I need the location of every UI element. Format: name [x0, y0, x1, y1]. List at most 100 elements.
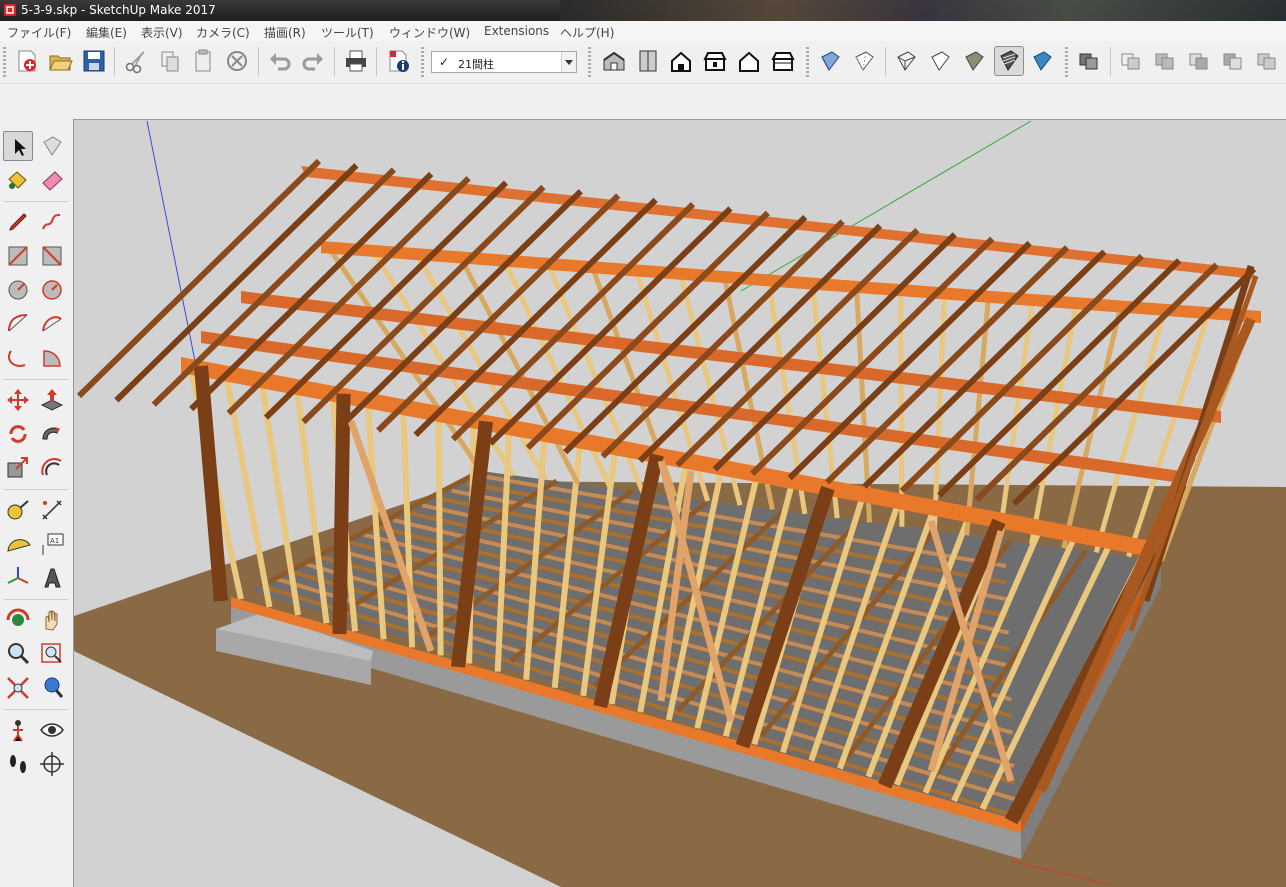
move-tool[interactable] — [3, 385, 33, 415]
section-plane-tool[interactable] — [37, 749, 67, 779]
orbit-icon — [6, 608, 30, 626]
house-frame-model[interactable] — [74, 120, 1286, 887]
protractor-tool[interactable] — [3, 529, 33, 559]
cut-button[interactable] — [122, 47, 150, 75]
hidden-line-icon — [931, 51, 950, 71]
polygon-tool[interactable] — [37, 275, 67, 305]
scale-tool[interactable] — [3, 453, 33, 483]
erase-button[interactable] — [223, 47, 251, 75]
main-toolbar — [0, 41, 1286, 84]
union-icon — [1155, 53, 1174, 70]
walk-tool[interactable] — [3, 749, 33, 779]
union-button[interactable] — [1151, 47, 1179, 75]
line-tool[interactable] — [3, 207, 33, 237]
undo-button[interactable] — [266, 47, 294, 75]
axes-tool[interactable] — [3, 563, 33, 593]
rotated-rectangle-tool[interactable] — [37, 241, 67, 271]
zoom-window-tool[interactable] — [37, 639, 67, 669]
right-view-button[interactable] — [701, 47, 729, 75]
tape-measure-icon — [7, 500, 29, 520]
3d-text-tool[interactable] — [37, 563, 67, 593]
menu-edit[interactable]: 編集(E) — [86, 24, 127, 41]
toolbar-grip[interactable] — [1065, 47, 1068, 77]
position-camera-tool[interactable] — [3, 715, 33, 745]
split-button[interactable] — [1253, 47, 1281, 75]
shaded-with-textures-button[interactable] — [994, 46, 1024, 76]
circle-tool[interactable] — [3, 275, 33, 305]
menu-camera[interactable]: カメラ(C) — [196, 24, 250, 41]
toolbar-separator — [376, 47, 377, 77]
eraser-tool[interactable] — [37, 165, 67, 195]
freehand-tool[interactable] — [37, 207, 67, 237]
follow-me-icon — [42, 427, 60, 440]
pie-tool[interactable] — [37, 343, 67, 373]
menu-view[interactable]: 表示(V) — [141, 24, 183, 41]
text-tool[interactable]: A1 — [37, 529, 67, 559]
dimension-tool[interactable] — [37, 495, 67, 525]
menu-help[interactable]: ヘルプ(H) — [560, 24, 614, 41]
outer-shell-icon — [1079, 53, 1098, 70]
menu-draw[interactable]: 描画(R) — [264, 24, 306, 41]
menu-tools[interactable]: ツール(T) — [321, 24, 374, 41]
follow-me-tool[interactable] — [37, 419, 67, 449]
iso-view-button[interactable] — [600, 47, 628, 75]
offset-tool[interactable] — [37, 453, 67, 483]
model-viewport[interactable] — [73, 119, 1286, 887]
zoom-tool[interactable] — [3, 639, 33, 669]
make-component-tool[interactable] — [37, 131, 67, 161]
toolbar-separator — [1110, 47, 1111, 77]
tape-measure-tool[interactable] — [3, 495, 33, 525]
menu-file[interactable]: ファイル(F) — [7, 24, 71, 41]
redo-icon — [302, 53, 323, 71]
layer-select[interactable]: ✓ 21間柱 — [431, 51, 577, 73]
print-button[interactable] — [342, 47, 370, 75]
back-view-button[interactable] — [735, 47, 763, 75]
model-info-button[interactable] — [385, 47, 413, 75]
look-around-tool[interactable] — [37, 715, 67, 745]
toolbar-grip[interactable] — [588, 47, 591, 77]
two-point-arc-tool[interactable] — [37, 309, 67, 339]
new-model-button[interactable] — [13, 47, 41, 75]
shaded-icon — [965, 51, 984, 71]
three-point-arc-tool[interactable] — [3, 343, 33, 373]
top-view-button[interactable] — [634, 47, 662, 75]
menu-extensions[interactable]: Extensions — [484, 24, 549, 38]
outer-shell-button[interactable] — [1075, 47, 1103, 75]
xray-button[interactable] — [816, 47, 844, 75]
front-view-button[interactable] — [667, 47, 695, 75]
rotate-tool[interactable] — [3, 419, 33, 449]
save-button[interactable] — [80, 47, 108, 75]
arc-tool[interactable] — [3, 309, 33, 339]
previous-view-icon — [44, 677, 64, 698]
pan-tool[interactable] — [37, 605, 67, 635]
toolbar-grip[interactable] — [421, 47, 424, 77]
orbit-tool[interactable] — [3, 605, 33, 635]
wireframe-button[interactable] — [892, 47, 920, 75]
intersect-button[interactable] — [1117, 47, 1145, 75]
left-view-button[interactable] — [769, 47, 797, 75]
open-button[interactable] — [47, 47, 75, 75]
pencil-icon — [9, 213, 27, 231]
copy-button[interactable] — [156, 47, 184, 75]
zoom-extents-tool[interactable] — [3, 673, 33, 703]
monochrome-button[interactable] — [1028, 47, 1056, 75]
subtract-button[interactable] — [1185, 47, 1213, 75]
push-pull-tool[interactable] — [37, 385, 67, 415]
redo-button[interactable] — [299, 47, 327, 75]
toolbar-grip[interactable] — [3, 47, 6, 77]
paint-bucket-tool[interactable] — [3, 165, 33, 195]
toolbar-separator — [334, 47, 335, 77]
paste-button[interactable] — [189, 47, 217, 75]
rectangle-tool[interactable] — [3, 241, 33, 271]
menu-window[interactable]: ウィンドウ(W) — [389, 24, 470, 41]
chevron-down-icon[interactable] — [561, 52, 576, 72]
shaded-button[interactable] — [960, 47, 988, 75]
previous-view-tool[interactable] — [37, 673, 67, 703]
select-tool[interactable] — [3, 131, 33, 161]
hidden-line-button[interactable] — [926, 47, 954, 75]
back-edges-button[interactable] — [850, 47, 878, 75]
toolbar-grip[interactable] — [806, 47, 809, 77]
magnifier-icon — [8, 643, 30, 665]
menu-bar: ファイル(F) 編集(E) 表示(V) カメラ(C) 描画(R) ツール(T) … — [0, 21, 1286, 41]
trim-button[interactable] — [1219, 47, 1247, 75]
